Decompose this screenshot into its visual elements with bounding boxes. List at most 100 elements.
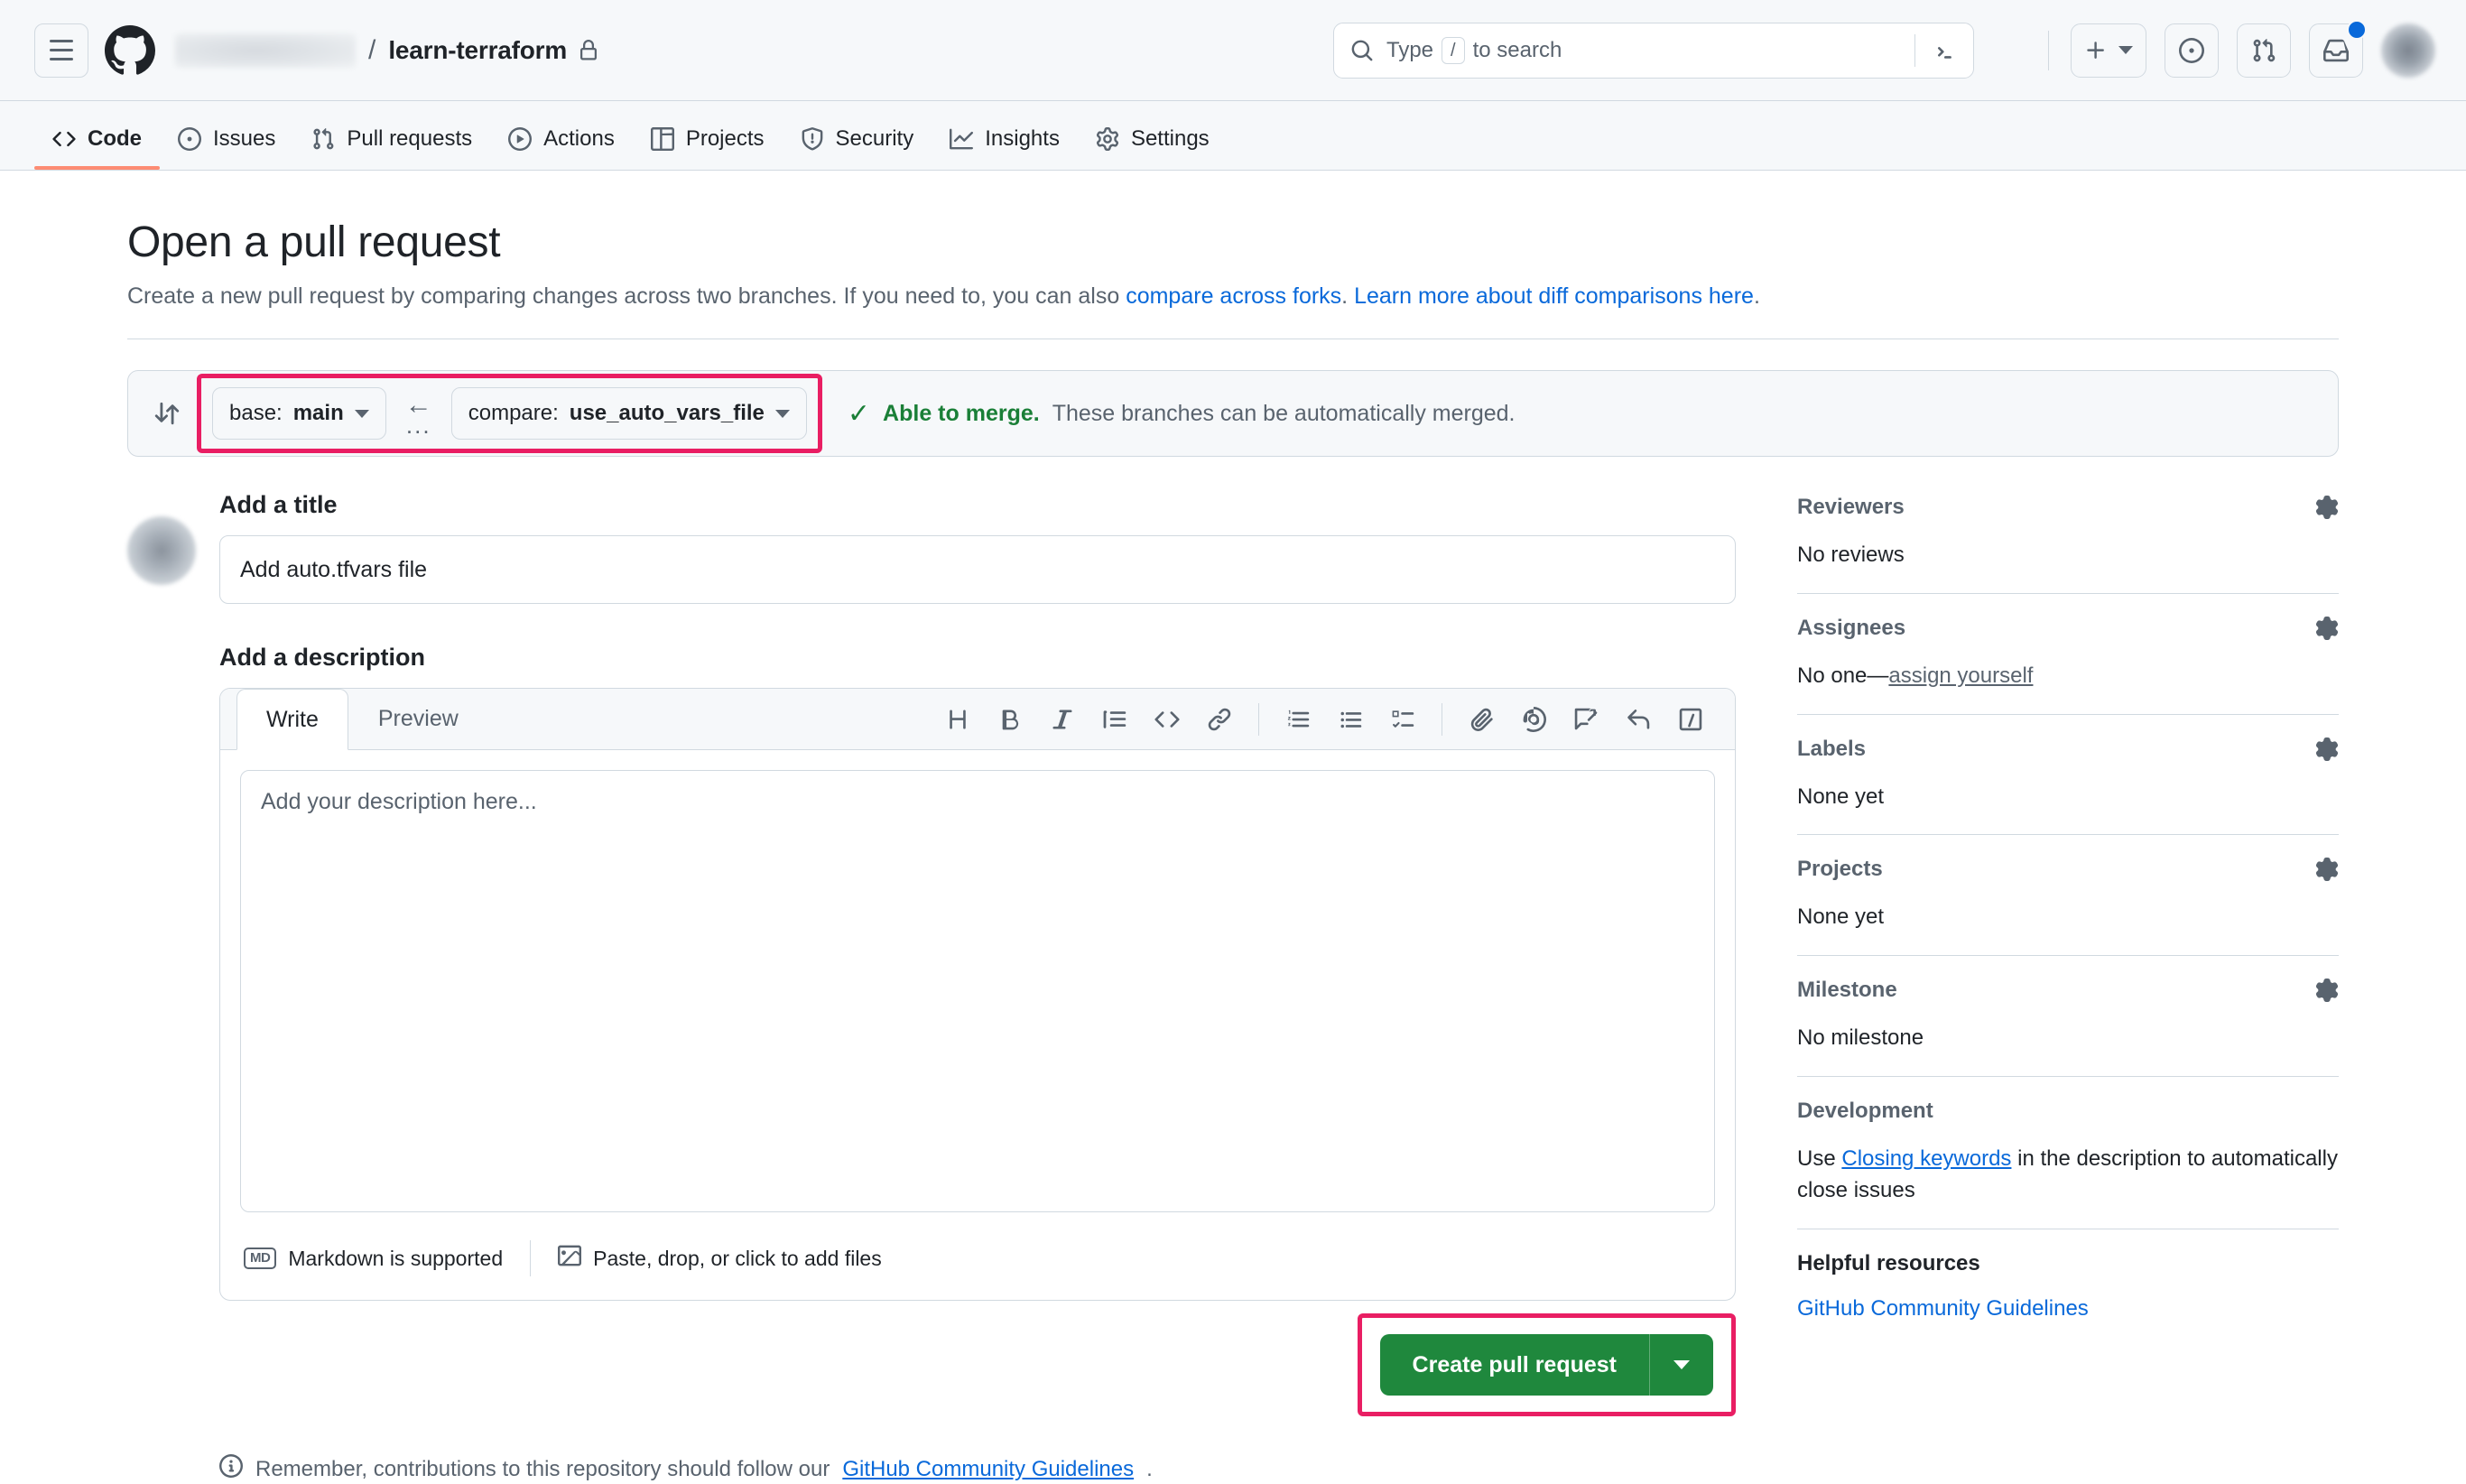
- lock-icon: [578, 39, 599, 61]
- compare-branch-label: compare:: [468, 401, 559, 425]
- tab-write[interactable]: Write: [236, 689, 348, 750]
- labels-title: Labels: [1797, 736, 1867, 761]
- task-list-icon[interactable]: [1377, 693, 1429, 746]
- tab-code[interactable]: Code: [34, 126, 160, 170]
- sidebar-section-helpful-resources: Helpful resources GitHub Community Guide…: [1797, 1251, 2339, 1343]
- create-pull-request-label: Create pull request: [1412, 1351, 1617, 1377]
- tab-projects-label: Projects: [685, 126, 765, 151]
- tab-preview[interactable]: Preview: [348, 689, 488, 749]
- assignees-value-prefix: No one—: [1797, 663, 1889, 688]
- chevron-down-icon: [774, 409, 790, 418]
- branch-compare-bar: base: main ← ... compare: use_auto_vars_…: [127, 370, 2339, 457]
- create-pull-request-button[interactable]: Create pull request: [1379, 1334, 1713, 1396]
- search-input[interactable]: Type / to search: [1333, 22, 1974, 79]
- gear-icon[interactable]: [2315, 737, 2339, 761]
- reply-icon[interactable]: [1612, 693, 1664, 746]
- create-pr-annotation: Create pull request: [1357, 1313, 1736, 1416]
- bold-icon[interactable]: [984, 693, 1036, 746]
- code-icon[interactable]: [1141, 693, 1193, 746]
- tab-write-label: Write: [266, 706, 319, 732]
- search-shortcut-key: /: [1442, 36, 1465, 64]
- tab-code-label: Code: [88, 126, 142, 151]
- markdown-icon: MD: [244, 1247, 277, 1269]
- pr-description-textarea[interactable]: [240, 770, 1715, 1212]
- compare-across-forks-link[interactable]: compare across forks: [1126, 283, 1341, 309]
- merge-status: ✓ Able to merge. These branches can be a…: [848, 398, 1516, 430]
- header-actions: [2048, 19, 2435, 78]
- helpful-resources-header: Helpful resources: [1797, 1251, 2339, 1276]
- sidebar-section-assignees: Assignees No one—assign yourself: [1797, 616, 2339, 715]
- search-bar[interactable]: Type / to search: [1333, 22, 1974, 79]
- quote-icon[interactable]: [1089, 693, 1141, 746]
- community-guidelines-link[interactable]: GitHub Community Guidelines: [842, 1457, 1134, 1482]
- bulleted-list-icon[interactable]: [1324, 693, 1377, 746]
- repo-owner-redacted[interactable]: [175, 32, 356, 68]
- github-logo-icon[interactable]: [105, 24, 155, 76]
- content-container: Open a pull request Create a new pull re…: [127, 171, 2339, 1484]
- markdown-supported-label: Markdown is supported: [288, 1246, 504, 1270]
- tab-issues-label: Issues: [213, 126, 276, 151]
- sidebar-section-reviewers: Reviewers No reviews: [1797, 495, 2339, 594]
- assignees-value: No one—assign yourself: [1797, 661, 2339, 692]
- tab-pull-requests-label: Pull requests: [347, 126, 473, 151]
- hamburger-menu-icon[interactable]: [34, 23, 88, 78]
- issues-button[interactable]: [2165, 23, 2219, 78]
- tab-actions[interactable]: Actions: [490, 126, 633, 170]
- compare-branch-selector[interactable]: compare: use_auto_vars_file: [450, 387, 807, 440]
- diff-comparisons-link[interactable]: Learn more about diff comparisons here: [1354, 283, 1754, 309]
- helpful-community-guidelines-link[interactable]: GitHub Community Guidelines: [1797, 1296, 2089, 1321]
- unread-notification-badge: [2347, 19, 2367, 40]
- tab-insights[interactable]: Insights: [932, 126, 1078, 170]
- merge-status-note: These branches can be automatically merg…: [1052, 400, 1516, 426]
- assign-yourself-link[interactable]: assign yourself: [1888, 663, 2033, 688]
- community-guidelines-note: Remember, contributions to this reposito…: [219, 1454, 1752, 1484]
- subtitle-text: Create a new pull request by comparing c…: [127, 283, 1126, 309]
- user-avatar[interactable]: [2381, 23, 2435, 78]
- gear-icon[interactable]: [2315, 858, 2339, 882]
- create-pr-dropdown-button[interactable]: [1650, 1360, 1713, 1369]
- toolbar-divider: [1258, 702, 1259, 736]
- saved-reply-icon[interactable]: [1560, 693, 1612, 746]
- tab-projects[interactable]: Projects: [633, 126, 783, 170]
- markdown-editor: Write Preview Add your description here.…: [219, 688, 1736, 1301]
- tab-security[interactable]: Security: [783, 126, 932, 170]
- create-new-button[interactable]: [2071, 23, 2146, 78]
- search-placeholder-suffix: to search: [1472, 37, 1562, 62]
- pull-requests-button[interactable]: [2237, 23, 2291, 78]
- heading-icon[interactable]: [932, 693, 984, 746]
- gear-icon[interactable]: [2315, 616, 2339, 640]
- italic-icon[interactable]: [1036, 693, 1089, 746]
- repo-name[interactable]: learn-terraform: [388, 36, 567, 65]
- notifications-button[interactable]: [2309, 19, 2367, 78]
- branch-selection-annotation: base: main ← ... compare: use_auto_vars_…: [197, 374, 822, 453]
- projects-header: Projects: [1797, 857, 2339, 882]
- pr-title-input[interactable]: [219, 535, 1736, 604]
- sidebar-section-milestone: Milestone No milestone: [1797, 978, 2339, 1077]
- markdown-supported-note[interactable]: MD Markdown is supported: [244, 1247, 503, 1271]
- tab-security-label: Security: [835, 126, 914, 151]
- base-branch-value: main: [292, 401, 344, 425]
- gear-icon[interactable]: [2315, 496, 2339, 519]
- repository-nav: Code Issues Pull requests Actions Projec…: [0, 101, 2466, 171]
- tab-issues[interactable]: Issues: [160, 126, 293, 170]
- add-files-note[interactable]: Paste, drop, or click to add files: [558, 1244, 882, 1273]
- attach-file-icon[interactable]: [1455, 693, 1507, 746]
- closing-keywords-link[interactable]: Closing keywords: [1841, 1146, 2011, 1171]
- mention-icon[interactable]: [1507, 693, 1560, 746]
- tab-pull-requests[interactable]: Pull requests: [293, 126, 490, 170]
- base-branch-selector[interactable]: base: main: [212, 387, 386, 440]
- numbered-list-icon[interactable]: [1272, 693, 1324, 746]
- link-icon[interactable]: [1193, 693, 1246, 746]
- tab-settings[interactable]: Settings: [1078, 126, 1228, 170]
- formatting-toolbar: [932, 689, 1735, 749]
- add-files-label: Paste, drop, or click to add files: [593, 1246, 882, 1270]
- gear-icon[interactable]: [2315, 979, 2339, 1003]
- subtitle-middle: .: [1341, 283, 1355, 309]
- pr-sidebar: Reviewers No reviews Assignees No one—as…: [1797, 491, 2339, 1484]
- search-icon: [1350, 39, 1374, 62]
- terminal-icon[interactable]: [1914, 33, 1957, 67]
- slash-command-icon[interactable]: [1664, 693, 1717, 746]
- global-header: / learn-terraform Type / to search: [0, 0, 2466, 101]
- note-text: Remember, contributions to this reposito…: [255, 1456, 830, 1481]
- labels-header: Labels: [1797, 737, 2339, 762]
